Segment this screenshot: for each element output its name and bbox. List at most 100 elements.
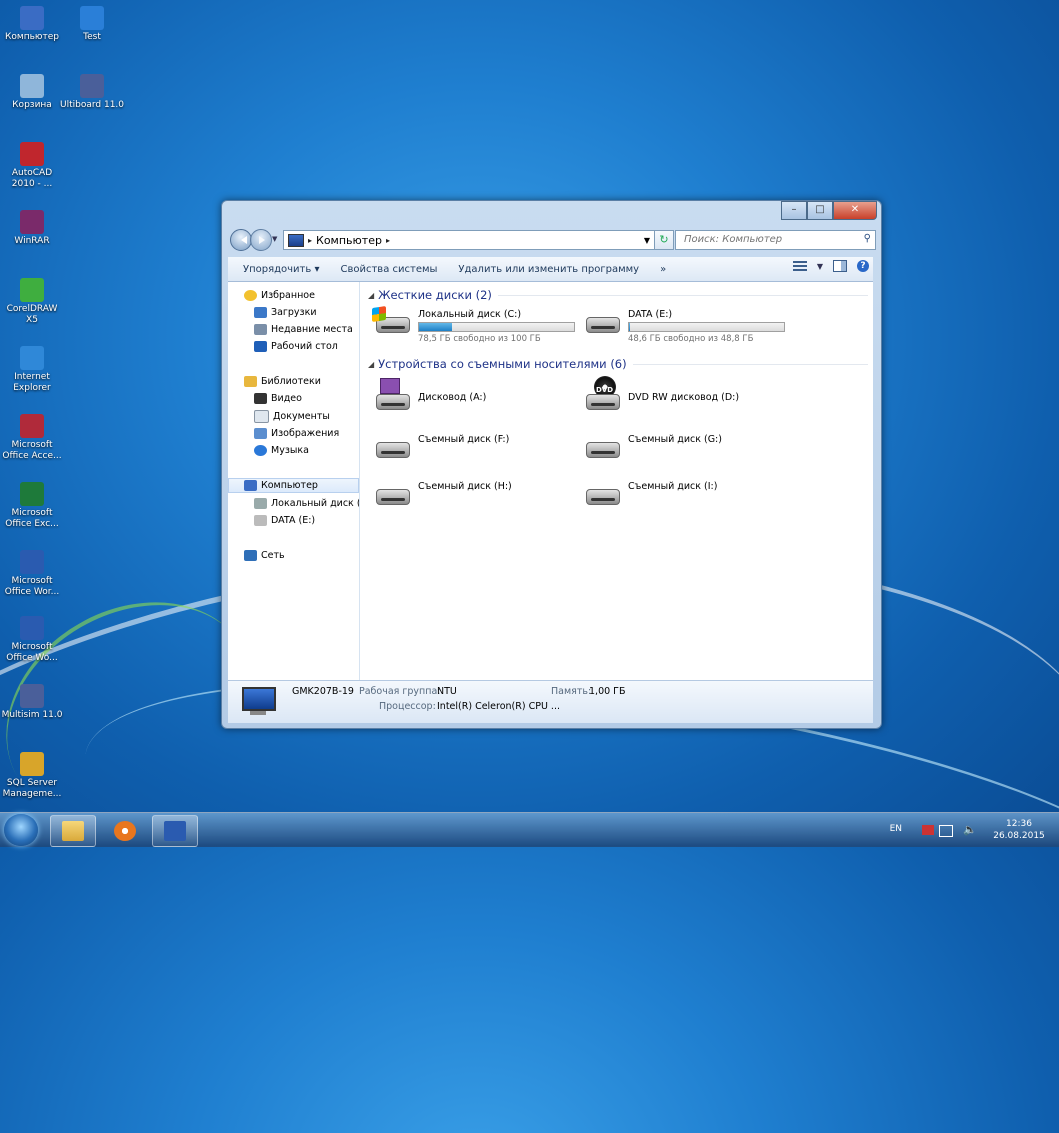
- nav-documents[interactable]: Документы: [254, 410, 330, 423]
- breadcrumb-computer[interactable]: Компьютер: [316, 234, 382, 247]
- nav-data-disk-e[interactable]: DATA (E:): [254, 515, 315, 526]
- taskbar-word-button[interactable]: [152, 815, 198, 847]
- desktop-icon-multisim[interactable]: Multisim 11.0: [0, 684, 64, 721]
- collapse-triangle-icon[interactable]: ◢: [368, 291, 374, 300]
- taskbar: EN 🔈 12:36 26.08.2015: [0, 812, 1059, 847]
- libraries-icon: [244, 376, 257, 387]
- address-dropdown-icon[interactable]: ▼: [644, 236, 650, 245]
- desktop-icon-computer[interactable]: Компьютер: [0, 6, 64, 43]
- local-disk-icon: [372, 306, 410, 333]
- group-divider: [497, 294, 868, 296]
- group-header-removable[interactable]: ◢ Устройства со съемными носителями (6): [368, 357, 868, 371]
- desktop-icon-recycle-bin[interactable]: Корзина: [0, 74, 64, 111]
- nav-favorites[interactable]: Избранное: [244, 290, 315, 301]
- taskbar-explorer-button[interactable]: [50, 815, 96, 847]
- hard-disk-icon: [254, 515, 267, 526]
- workgroup-value: NTU: [437, 686, 457, 697]
- dvd-drive-icon: DVD: [584, 376, 620, 410]
- language-indicator[interactable]: EN: [890, 824, 902, 834]
- word-icon: [20, 550, 44, 574]
- nav-local-disk-c[interactable]: Локальный диск (C: [254, 498, 359, 509]
- removable-disk-icon: [584, 434, 620, 458]
- desktop-icon-internet-explorer[interactable]: Internet Explorer: [0, 346, 64, 394]
- desktop-icon: [254, 341, 267, 352]
- minimize-button[interactable]: –: [781, 201, 807, 220]
- desktop-icon-sql-server[interactable]: SQL Server Manageme...: [0, 752, 64, 800]
- nav-computer[interactable]: Компьютер: [244, 480, 318, 491]
- desktop-icon-ultiboard[interactable]: Ultiboard 11.0: [60, 74, 124, 111]
- view-options-dropdown-icon[interactable]: ▼: [817, 262, 823, 271]
- computer-icon: [288, 233, 304, 247]
- desktop-icon-word-1[interactable]: Microsoft Office Wor...: [0, 550, 64, 598]
- nav-video[interactable]: Видео: [254, 393, 302, 404]
- nav-libraries[interactable]: Библиотеки: [244, 376, 321, 387]
- nav-desktop[interactable]: Рабочий стол: [254, 341, 338, 352]
- preview-pane-icon[interactable]: [833, 260, 847, 272]
- search-box[interactable]: ⚲: [675, 230, 876, 250]
- internet-explorer-icon: [20, 346, 44, 370]
- clock[interactable]: 12:36 26.08.2015: [989, 818, 1049, 842]
- system-properties-button[interactable]: Свойства системы: [334, 264, 443, 275]
- clock-date: 26.08.2015: [993, 831, 1045, 841]
- address-bar[interactable]: ▸ Компьютер ▸ ▼: [283, 230, 655, 250]
- more-commands-button[interactable]: »: [654, 264, 672, 275]
- word-icon: [164, 821, 186, 841]
- removable-disk-icon: [374, 434, 410, 458]
- desktop-icon-winrar[interactable]: WinRAR: [0, 210, 64, 247]
- close-button[interactable]: ✕: [833, 201, 877, 220]
- search-input[interactable]: [682, 233, 856, 246]
- organize-button[interactable]: Упорядочить ▾: [237, 264, 325, 275]
- details-pane: GMK207B-19 Рабочая группа: NTU Память: 1…: [228, 680, 873, 723]
- shortcut-icon: [80, 6, 104, 30]
- autocad-icon: [20, 142, 44, 166]
- search-icon[interactable]: ⚲: [864, 233, 871, 244]
- computer-name: GMK207B-19: [292, 686, 354, 697]
- desktop-icon-excel[interactable]: Microsoft Office Exc...: [0, 482, 64, 530]
- desktop-icon-test[interactable]: Test: [60, 6, 124, 43]
- nav-network[interactable]: Сеть: [244, 550, 285, 561]
- star-icon: [244, 290, 257, 301]
- collapse-triangle-icon[interactable]: ◢: [368, 360, 374, 369]
- uninstall-program-button[interactable]: Удалить или изменить программу: [452, 264, 645, 275]
- floppy-drive-icon: [374, 378, 410, 410]
- start-button[interactable]: [4, 814, 38, 846]
- action-center-flag-icon[interactable]: [922, 825, 934, 835]
- nav-recent-places[interactable]: Недавние места: [254, 324, 353, 335]
- network-icon[interactable]: [939, 825, 953, 837]
- network-icon: [244, 550, 257, 561]
- disk-usage-bar: [418, 322, 575, 332]
- address-row: ▼ ▸ Компьютер ▸ ▼ ↻ ⚲: [228, 229, 876, 251]
- desktop-icon-autocad[interactable]: AutoCAD 2010 - ...: [0, 142, 64, 190]
- group-header-hard-disks[interactable]: ◢ Жесткие диски (2): [368, 288, 868, 302]
- taskbar-media-player-button[interactable]: [102, 815, 148, 847]
- refresh-button[interactable]: ↻: [654, 230, 674, 250]
- desktop-icon-word-2[interactable]: Microsoft Office Wo...: [0, 616, 64, 664]
- ultiboard-icon: [80, 74, 104, 98]
- breadcrumb-separator: ▸: [308, 235, 313, 245]
- workgroup-label: Рабочая группа:: [359, 686, 441, 697]
- breadcrumb-separator[interactable]: ▸: [386, 236, 390, 245]
- help-icon[interactable]: ?: [857, 260, 869, 272]
- nav-music[interactable]: Музыка: [254, 445, 309, 456]
- nav-downloads[interactable]: Загрузки: [254, 307, 317, 318]
- documents-icon: [254, 410, 269, 423]
- recent-pages-dropdown[interactable]: ▼: [272, 235, 277, 243]
- clock-time: 12:36: [1006, 819, 1032, 829]
- recent-places-icon: [254, 324, 267, 335]
- back-button[interactable]: [230, 229, 252, 251]
- hard-disk-icon: [584, 309, 620, 333]
- computer-icon: [244, 480, 257, 491]
- navigation-pane: Избранное Загрузки Недавние места Рабочи…: [228, 282, 360, 680]
- desktop-icon-coreldraw[interactable]: CorelDRAW X5: [0, 278, 64, 326]
- word-icon: [20, 616, 44, 640]
- forward-button[interactable]: [250, 229, 272, 251]
- computer-icon: [20, 6, 44, 30]
- change-view-icon[interactable]: [792, 261, 807, 271]
- multisim-icon: [20, 684, 44, 708]
- recycle-bin-icon: [20, 74, 44, 98]
- sql-server-icon: [20, 752, 44, 776]
- maximize-button[interactable]: □: [807, 201, 833, 220]
- volume-icon[interactable]: 🔈: [963, 823, 977, 836]
- nav-images[interactable]: Изображения: [254, 428, 339, 439]
- desktop-icon-access[interactable]: Microsoft Office Acce...: [0, 414, 64, 462]
